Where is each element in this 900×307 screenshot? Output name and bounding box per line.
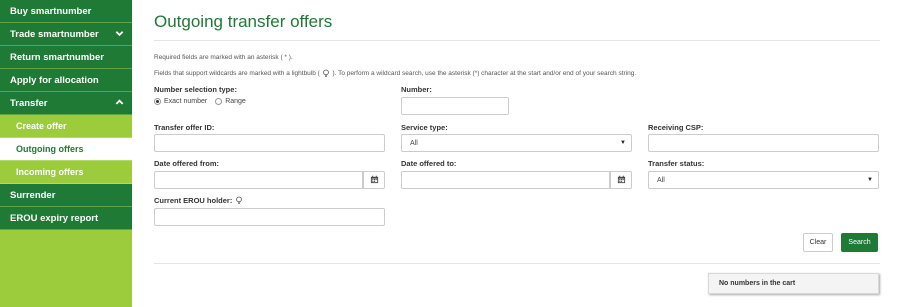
number-selection-type-group: Exact number Range [154,98,246,105]
chevron-up-icon [115,98,124,109]
service-type-label: Service type: [401,123,448,132]
current-erou-holder-label-row: Current EROU holder: [154,196,244,205]
sidebar-item-buy-smartnumber[interactable]: Buy smartnumber [0,0,132,23]
sidebar-item-label: Trade smartnumber [10,28,99,40]
search-button[interactable]: Search [841,233,878,252]
sidebar-item-erou-expiry-report[interactable]: EROU expiry report [0,207,132,230]
sidebar-item-apply-for-allocation[interactable]: Apply for allocation [0,69,132,92]
chevron-down-icon [115,29,124,40]
transfer-status-value: All [657,176,665,184]
select-arrow-icon: ▼ [620,140,626,146]
cart-panel: No numbers in the cart [708,273,879,294]
range-label: Range [225,98,246,105]
required-fields-note: Required fields are marked with an aster… [154,54,293,61]
sidebar-subitem-label: Incoming offers [16,167,84,177]
calendar-button-to[interactable] [610,171,632,189]
sidebar: Buy smartnumber Trade smartnumber Return… [0,0,132,307]
date-offered-from-input[interactable] [154,171,363,189]
transfer-offer-id-input[interactable] [154,134,385,152]
transfer-status-select[interactable]: All ▼ [648,171,879,189]
wildcard-note-post: ). To perform a wildcard search, use the… [332,70,637,78]
receiving-csp-label: Receiving CSP: [648,123,704,132]
transfer-offer-id-label: Transfer offer ID: [154,123,215,132]
date-offered-from-label: Date offered from: [154,159,220,168]
sidebar-item-label: EROU expiry report [10,212,99,224]
sidebar-subitem-label: Outgoing offers [16,144,84,154]
lightbulb-icon [322,69,331,78]
number-label: Number: [401,85,432,94]
clear-button[interactable]: Clear [803,233,833,252]
sidebar-subitem-label: Create offer [16,121,67,131]
sidebar-item-label: Transfer [10,97,48,109]
sidebar-item-trade-smartnumber[interactable]: Trade smartnumber [0,23,132,46]
exact-number-label: Exact number [164,98,208,105]
sidebar-item-label: Surrender [10,189,56,201]
calendar-button-from[interactable] [363,171,385,189]
sidebar-subitem-outgoing-offers[interactable]: Outgoing offers [0,138,132,161]
service-type-value: All [410,139,418,147]
wildcard-note-pre: Fields that support wildcards are marked… [154,70,320,78]
cart-status-text: No numbers in the cart [719,280,796,287]
divider [154,263,880,264]
calendar-icon [617,171,626,189]
number-input[interactable] [401,97,509,115]
service-type-select[interactable]: All ▼ [401,134,632,152]
select-arrow-icon: ▼ [867,177,873,183]
page: Buy smartnumber Trade smartnumber Return… [0,0,900,307]
lightbulb-icon [235,196,244,205]
date-offered-to-input[interactable] [401,171,610,189]
range-radio[interactable] [215,98,223,105]
sidebar-item-label: Return smartnumber [10,51,104,63]
receiving-csp-input[interactable] [648,134,879,152]
transfer-status-label: Transfer status: [648,159,705,168]
sidebar-subitem-incoming-offers[interactable]: Incoming offers [0,161,132,184]
calendar-icon [370,171,379,189]
sidebar-item-surrender[interactable]: Surrender [0,184,132,207]
divider [154,40,880,41]
sidebar-item-return-smartnumber[interactable]: Return smartnumber [0,46,132,69]
date-offered-to-label: Date offered to: [401,159,457,168]
sidebar-item-transfer[interactable]: Transfer [0,92,132,115]
exact-number-radio[interactable] [154,98,161,105]
sidebar-subitem-create-offer[interactable]: Create offer [0,115,132,138]
sidebar-item-label: Apply for allocation [10,74,99,86]
number-selection-type-label: Number selection type: [154,85,237,94]
sidebar-item-label: Buy smartnumber [10,5,92,17]
page-title: Outgoing transfer offers [154,12,333,31]
wildcard-note: Fields that support wildcards are marked… [154,69,636,78]
current-erou-holder-label: Current EROU holder: [154,196,233,205]
current-erou-holder-input[interactable] [154,208,385,226]
